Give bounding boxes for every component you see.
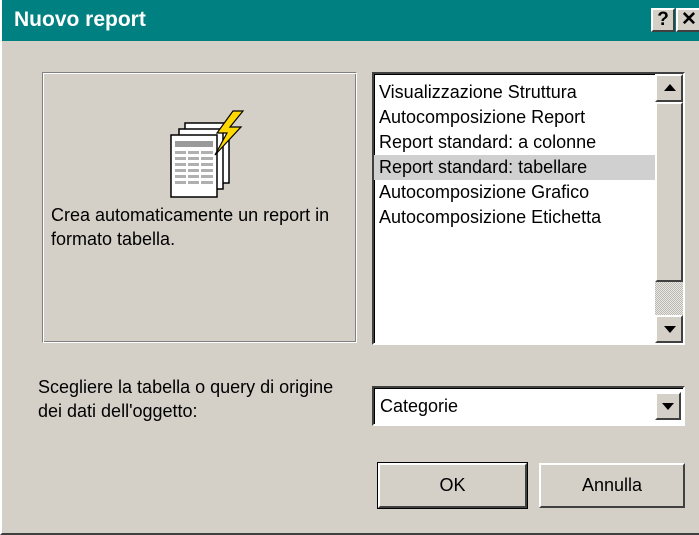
title-bar[interactable]: Nuovo report ? ✕ [2, 0, 699, 41]
source-value: Categorie [380, 396, 459, 416]
report-table-wizard-icon [170, 110, 245, 198]
report-type-list[interactable]: Visualizzazione Struttura Autocomposizio… [372, 72, 685, 345]
scroll-thumb[interactable] [655, 102, 683, 282]
dialog-title: Nuovo report [14, 8, 146, 31]
report-type-items: Visualizzazione Struttura Autocomposizio… [374, 80, 658, 230]
source-combobox[interactable]: Categorie [372, 386, 685, 426]
scroll-up-button[interactable] [655, 74, 683, 102]
arrow-up-icon [664, 84, 676, 91]
list-item[interactable]: Autocomposizione Etichetta [374, 205, 658, 230]
list-item[interactable]: Report standard: a colonne [374, 130, 658, 155]
source-label: Scegliere la tabella o query di origine … [38, 377, 334, 421]
list-item[interactable]: Autocomposizione Report [374, 105, 658, 130]
chevron-down-icon [662, 403, 674, 410]
close-button[interactable]: ✕ [676, 8, 699, 32]
source-dropdown-button[interactable] [655, 392, 681, 420]
list-item-selected[interactable]: Report standard: tabellare [374, 155, 658, 180]
ok-button[interactable]: OK [377, 462, 528, 509]
cancel-button[interactable]: Annulla [539, 463, 685, 508]
list-scrollbar[interactable] [655, 74, 683, 343]
list-item[interactable]: Autocomposizione Grafico [374, 180, 658, 205]
preview-panel: Crea automaticamente un report in format… [42, 72, 357, 343]
scroll-down-button[interactable] [655, 315, 683, 343]
help-button[interactable]: ? [651, 8, 675, 32]
new-report-dialog: Nuovo report ? ✕ Crea automaticamente un… [0, 0, 699, 535]
arrow-down-icon [664, 326, 676, 333]
list-item[interactable]: Visualizzazione Struttura [374, 80, 658, 105]
preview-description: Crea automaticamente un report in format… [51, 205, 330, 249]
